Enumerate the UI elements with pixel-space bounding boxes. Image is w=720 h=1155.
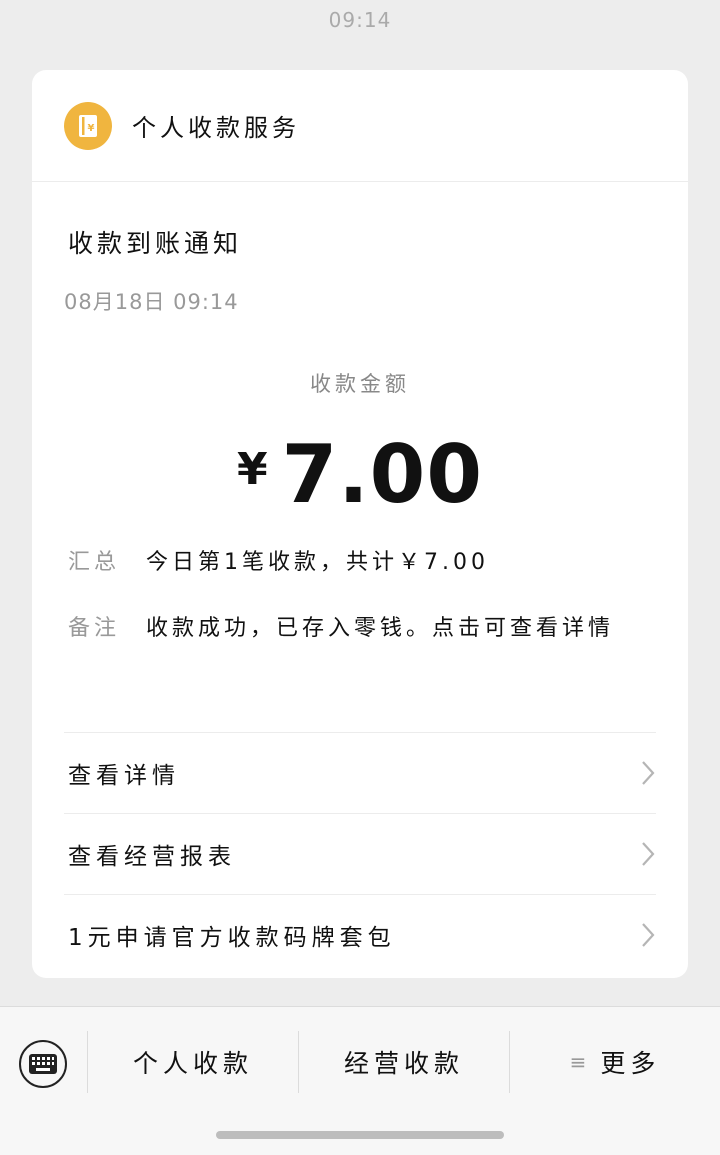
notice-title: 收款到账通知	[68, 229, 243, 258]
menu-business-collection[interactable]: 经营收款	[299, 1031, 509, 1093]
summary-row: 汇总 今日第1笔收款，共计￥7.00	[68, 544, 658, 582]
link-view-details[interactable]: 查看详情	[64, 732, 656, 813]
chevron-right-icon	[642, 923, 655, 947]
remark-key: 备注	[68, 616, 121, 641]
service-name: 个人收款服务	[132, 114, 300, 142]
menu-more[interactable]: ≡ 更多	[510, 1031, 720, 1093]
svg-text:¥: ¥	[88, 123, 95, 134]
amount-label: 收款金额	[310, 372, 410, 396]
link-label: 查看详情	[68, 763, 180, 789]
link-business-report[interactable]: 查看经营报表	[64, 813, 656, 894]
link-apply-qr-kit[interactable]: 1元申请官方收款码牌套包	[64, 894, 656, 975]
notice-time: 08月18日 09:14	[64, 290, 239, 314]
notification-card[interactable]: ¥ 个人收款服务 收款到账通知 08月18日 09:14 收款金额 ¥7.00 …	[32, 70, 688, 978]
amount-display: ¥7.00	[32, 428, 688, 521]
link-label: 1元申请官方收款码牌套包	[68, 925, 396, 951]
status-time: 09:14	[328, 8, 392, 32]
chevron-right-icon	[642, 842, 655, 866]
menu-label: 更多	[600, 1049, 661, 1078]
remark-value: 收款成功，已存入零钱。点击可查看详情	[146, 616, 615, 641]
currency-symbol: ¥	[236, 444, 268, 495]
submenu-icon: ≡	[569, 1050, 587, 1074]
keyboard-toggle-button[interactable]	[19, 1040, 67, 1088]
menu-personal-collection[interactable]: 个人收款	[88, 1031, 298, 1093]
menu-label: 个人收款	[132, 1049, 253, 1078]
receipt-icon: ¥	[64, 101, 112, 150]
home-indicator[interactable]	[216, 1131, 504, 1139]
summary-value: 今日第1笔收款，共计￥7.00	[146, 550, 489, 575]
amount-value: 7.00	[281, 428, 483, 521]
summary-key: 汇总	[68, 550, 121, 575]
remark-row: 备注 收款成功，已存入零钱。点击可查看详情	[68, 610, 658, 648]
keyboard-icon	[29, 1054, 57, 1074]
chevron-right-icon	[642, 761, 655, 785]
link-label: 查看经营报表	[68, 844, 236, 870]
card-header[interactable]: ¥ 个人收款服务	[32, 70, 688, 182]
link-list: 查看详情 查看经营报表 1元申请官方收款码牌套包	[64, 732, 656, 975]
menu-label: 经营收款	[343, 1049, 464, 1078]
